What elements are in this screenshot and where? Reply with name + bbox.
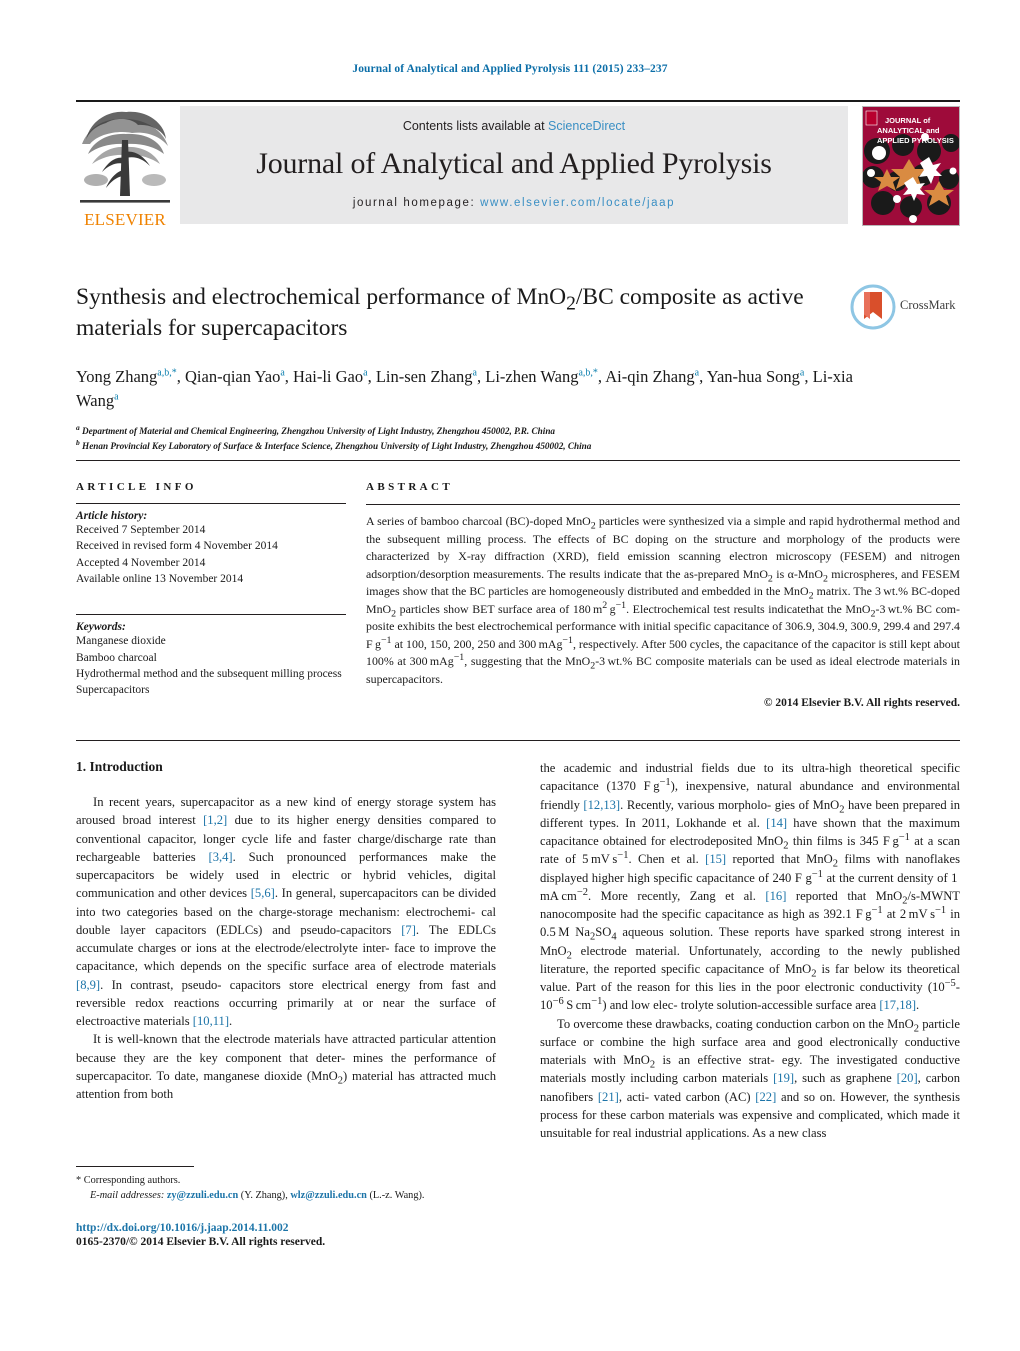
section-heading-introduction: 1. Introduction <box>76 759 163 774</box>
citation-ref[interactable]: [1,2] <box>203 813 227 827</box>
paper-page: Journal of Analytical and Applied Pyroly… <box>0 0 1020 1351</box>
journal-masthead: ELSEVIER Contents lists available at Sci… <box>76 100 960 229</box>
sciencedirect-link[interactable]: ScienceDirect <box>548 119 625 133</box>
corresponding-author-footnote: * Corresponding authors. E-mail addresse… <box>76 1166 496 1204</box>
journal-title: Journal of Analytical and Applied Pyroly… <box>256 147 772 180</box>
body-column-left: 1. Introduction In recent years, superca… <box>76 759 496 1103</box>
info-abstract-block: ARTICLE INFO Article history: Received 7… <box>76 460 960 709</box>
email-owner-2: (L.-z. Wang). <box>369 1190 425 1202</box>
citation-ref[interactable]: [16] <box>765 889 786 903</box>
paragraph: To overcome these drawbacks, coating con… <box>540 1016 960 1141</box>
title-block: Synthesis and electrochemical performanc… <box>76 282 960 453</box>
article-history-label: Article history: <box>76 510 148 522</box>
affiliation-b-text: Henan Provincial Key Laboratory of Surfa… <box>82 441 592 452</box>
affiliation-a: a Department of Material and Chemical En… <box>76 422 556 436</box>
running-head: Journal of Analytical and Applied Pyroly… <box>352 63 668 75</box>
journal-homepage-line: journal homepage: www.elsevier.com/locat… <box>180 197 848 209</box>
issn-copyright-line: 0165-2370/© 2014 Elsevier B.V. All right… <box>76 1236 326 1248</box>
email-link-1[interactable]: zy@zzuli.edu.cn <box>167 1190 238 1201</box>
abstract-heading: ABSTRACT <box>366 481 454 493</box>
citation-ref[interactable]: [15] <box>705 852 726 866</box>
cover-line-3: APPLIED PYROLYSIS <box>877 136 954 145</box>
email-owner-1: (Y. Zhang), <box>240 1190 288 1202</box>
journal-band: Contents lists available at ScienceDirec… <box>180 106 848 224</box>
elsevier-tree-icon <box>80 111 170 203</box>
history-item: Available online 13 November 2014 <box>76 572 244 585</box>
email-label: E-mail addresses: <box>90 1190 165 1202</box>
citation-ref[interactable]: [8,9] <box>76 978 100 992</box>
author-list: Yong Zhanga,b,*, Qian-qian Yaoa, Hai-li … <box>76 367 853 411</box>
citation-ref[interactable]: [14] <box>766 816 787 830</box>
citation-ref[interactable]: [3,4] <box>209 850 233 864</box>
email-link-2[interactable]: wlz@zzuli.edu.cn <box>290 1190 367 1201</box>
crossmark-badge[interactable]: CrossMark <box>850 284 958 330</box>
citation-ref[interactable]: [22] <box>755 1090 776 1104</box>
history-item: Received 7 September 2014 <box>76 524 206 536</box>
journal-cover-thumbnail: JOURNAL of ANALYTICAL and APPLIED PYROLY… <box>862 106 960 226</box>
history-item: Accepted 4 November 2014 <box>76 556 206 569</box>
homepage-prefix: journal homepage: <box>352 197 481 209</box>
body-column-right: the academic and industrial fields due t… <box>540 759 960 1142</box>
affiliation-b: b Henan Provincial Key Laboratory of Sur… <box>76 438 592 452</box>
keywords-label: Keywords: <box>76 621 126 634</box>
footnote-rule <box>76 1166 194 1167</box>
journal-homepage-link[interactable]: www.elsevier.com/locate/jaap <box>480 197 675 209</box>
article-info-heading: ARTICLE INFO <box>76 481 197 493</box>
elsevier-logo: ELSEVIER <box>76 106 174 229</box>
contents-available-line: Contents lists available at ScienceDirec… <box>180 106 848 133</box>
paragraph: It is well-known that the electrode mate… <box>76 1032 496 1101</box>
keyword-item: Bamboo charcoal <box>76 651 157 664</box>
doi-link[interactable]: http://dx.doi.org/10.1016/j.jaap.2014.11… <box>76 1222 556 1234</box>
citation-ref[interactable]: [20] <box>897 1071 918 1085</box>
elsevier-wordmark: ELSEVIER <box>84 210 166 229</box>
email-addresses-line: E-mail addresses: zy@zzuli.edu.cn (Y. Zh… <box>76 1188 496 1203</box>
contents-prefix: Contents lists available at <box>402 119 549 133</box>
page-title: Synthesis and electrochemical performanc… <box>76 284 804 341</box>
history-item: Received in revised form 4 November 2014 <box>76 540 278 553</box>
crossmark-label: CrossMark <box>900 298 956 312</box>
body-columns: 1. Introduction In recent years, superca… <box>76 740 960 1140</box>
article-info-column: ARTICLE INFO Article history: Received 7… <box>76 481 346 699</box>
paragraph: the academic and industrial fields due t… <box>540 761 961 1013</box>
abstract-rule <box>366 504 960 505</box>
citation-ref[interactable]: [10,11] <box>193 1014 229 1028</box>
citation-ref[interactable]: [17,18] <box>879 998 916 1012</box>
abstract-text: A series of bamboo charcoal (BC)-doped M… <box>366 514 961 686</box>
keyword-item: Hydrothermal method and the subsequent m… <box>76 667 342 680</box>
cover-line-1: JOURNAL of <box>885 116 931 125</box>
crossmark-icon <box>850 284 896 330</box>
citation-ref[interactable]: [5,6] <box>251 886 275 900</box>
abstract-column: ABSTRACT A series of bamboo charcoal (BC… <box>366 481 960 709</box>
paragraph: In recent years, supercapacitor as a new… <box>76 795 496 1028</box>
citation-ref[interactable]: [21] <box>598 1090 619 1104</box>
citation-ref[interactable]: [7] <box>401 923 416 937</box>
corresponding-authors-note: * Corresponding authors. <box>76 1175 181 1186</box>
abstract-copyright: © 2014 Elsevier B.V. All rights reserved… <box>763 697 960 709</box>
journal-cover-artwork: JOURNAL of ANALYTICAL and APPLIED PYROLY… <box>863 107 959 225</box>
cover-line-2: ANALYTICAL and <box>877 126 940 135</box>
keywords-rule <box>76 614 346 616</box>
keyword-item: Manganese dioxide <box>76 635 166 648</box>
keyword-item: Supercapacitors <box>76 684 150 697</box>
affiliation-a-text: Department of Material and Chemical Engi… <box>82 425 556 436</box>
article-info-rule <box>76 503 346 504</box>
citation-ref[interactable]: [12,13] <box>583 798 620 812</box>
citation-ref[interactable]: [19] <box>773 1071 794 1085</box>
doi-block: http://dx.doi.org/10.1016/j.jaap.2014.11… <box>76 1222 556 1248</box>
